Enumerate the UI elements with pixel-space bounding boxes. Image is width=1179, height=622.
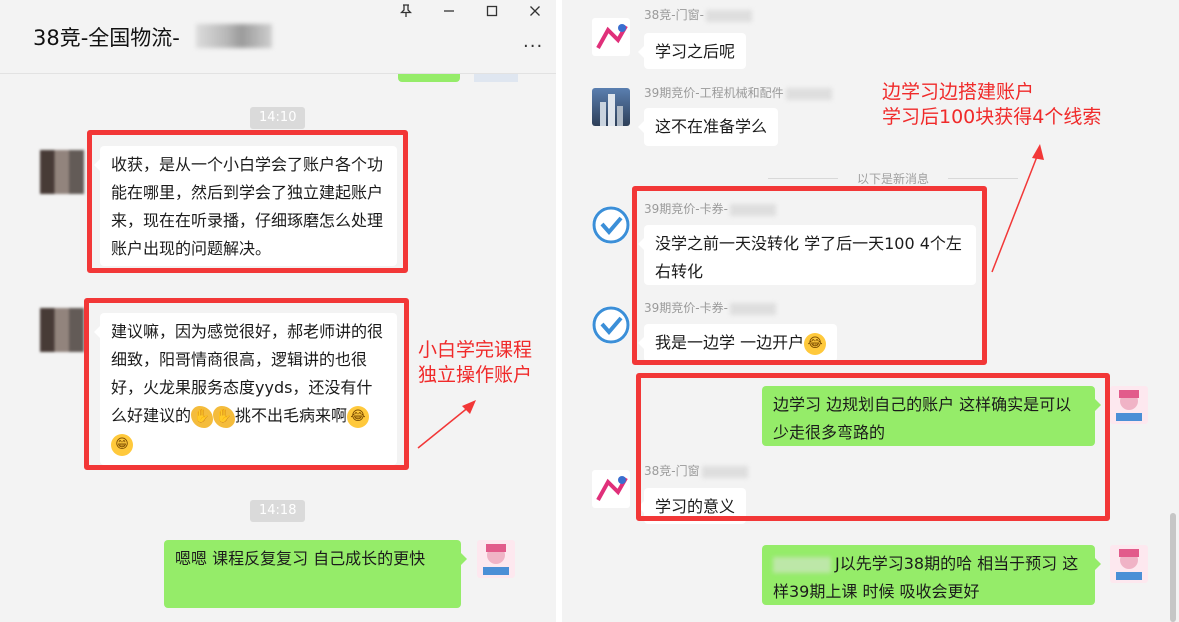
more-options-icon[interactable]: ··· <box>523 36 543 57</box>
sender-name: 38竞-门窗- <box>644 6 752 23</box>
message-bubble: 嗯嗯 课程反复复习 自己成长的更快 <box>164 540 467 608</box>
avatar[interactable] <box>40 308 84 352</box>
highlight-box <box>632 186 987 365</box>
message-text: 学习之后呢 <box>655 42 736 61</box>
title-redaction <box>196 24 272 48</box>
avatar[interactable] <box>592 306 630 344</box>
highlight-box <box>84 298 409 470</box>
avatar[interactable] <box>592 206 630 244</box>
self-avatar[interactable] <box>477 540 515 578</box>
sender-redaction <box>785 87 832 100</box>
pin-icon[interactable] <box>395 4 417 22</box>
highlight-box <box>636 373 1110 521</box>
timestamp: 14:18 <box>250 500 306 522</box>
close-icon[interactable] <box>524 4 546 22</box>
left-chat-window: 38竞-全国物流- ··· 14:10 收获，是从一个小白学会了账户各个功能在哪… <box>0 0 556 622</box>
new-messages-divider: 以下是新消息 <box>768 170 1018 187</box>
avatar[interactable] <box>592 470 630 508</box>
maximize-icon[interactable] <box>481 4 503 22</box>
annotation-arrow <box>417 400 476 449</box>
message-text: 这不在准备学么 <box>655 117 768 136</box>
annotation-arrow <box>991 144 1044 273</box>
annotation-label: 小白学完课程 独立操作账户 <box>418 338 532 388</box>
sender-text: 39期竞价-工程机械和配件 <box>644 86 784 100</box>
previous-message-fragment <box>398 74 460 82</box>
message-bubble: 这不在准备学么 <box>637 108 779 146</box>
avatar[interactable] <box>592 18 630 56</box>
sender-redaction <box>705 9 752 22</box>
annotation-line: 独立操作账户 <box>418 364 533 386</box>
chat-title: 38竞-全国物流- <box>33 26 180 50</box>
message-bubble: J以先学习38期的哈 相当于预习 这样39期上课 时候 吸收会更好 <box>762 545 1101 605</box>
timestamp: 14:10 <box>250 107 306 129</box>
previous-avatar-fragment <box>474 74 518 82</box>
annotation-line: 边学习边搭建账户 <box>882 81 1035 103</box>
self-avatar[interactable] <box>1110 386 1148 424</box>
right-chat-window: 38竞-门窗- 学习之后呢 39期竞价-工程机械和配件 这不在准备学么 边学习边… <box>562 0 1179 622</box>
message-redaction <box>773 556 831 573</box>
minimize-icon[interactable] <box>438 4 460 22</box>
message-bubble: 学习之后呢 <box>637 33 747 69</box>
annotation-line: 小白学完课程 <box>418 339 533 361</box>
avatar[interactable] <box>40 150 84 194</box>
sender-text: 38竞-门窗- <box>644 8 704 22</box>
self-avatar[interactable] <box>1110 545 1148 583</box>
scrollbar[interactable] <box>1170 513 1176 622</box>
avatar[interactable] <box>592 88 630 126</box>
highlight-box <box>87 130 408 273</box>
message-text: 嗯嗯 课程反复复习 自己成长的更快 <box>175 549 426 568</box>
annotation-label: 边学习边搭建账户 学习后100块获得4个线索 <box>882 80 1101 130</box>
annotation-line: 学习后100块获得4个线索 <box>882 106 1102 128</box>
chat-title-bar: 38竞-全国物流- ··· <box>0 0 556 74</box>
sender-name: 39期竞价-工程机械和配件 <box>644 84 832 101</box>
